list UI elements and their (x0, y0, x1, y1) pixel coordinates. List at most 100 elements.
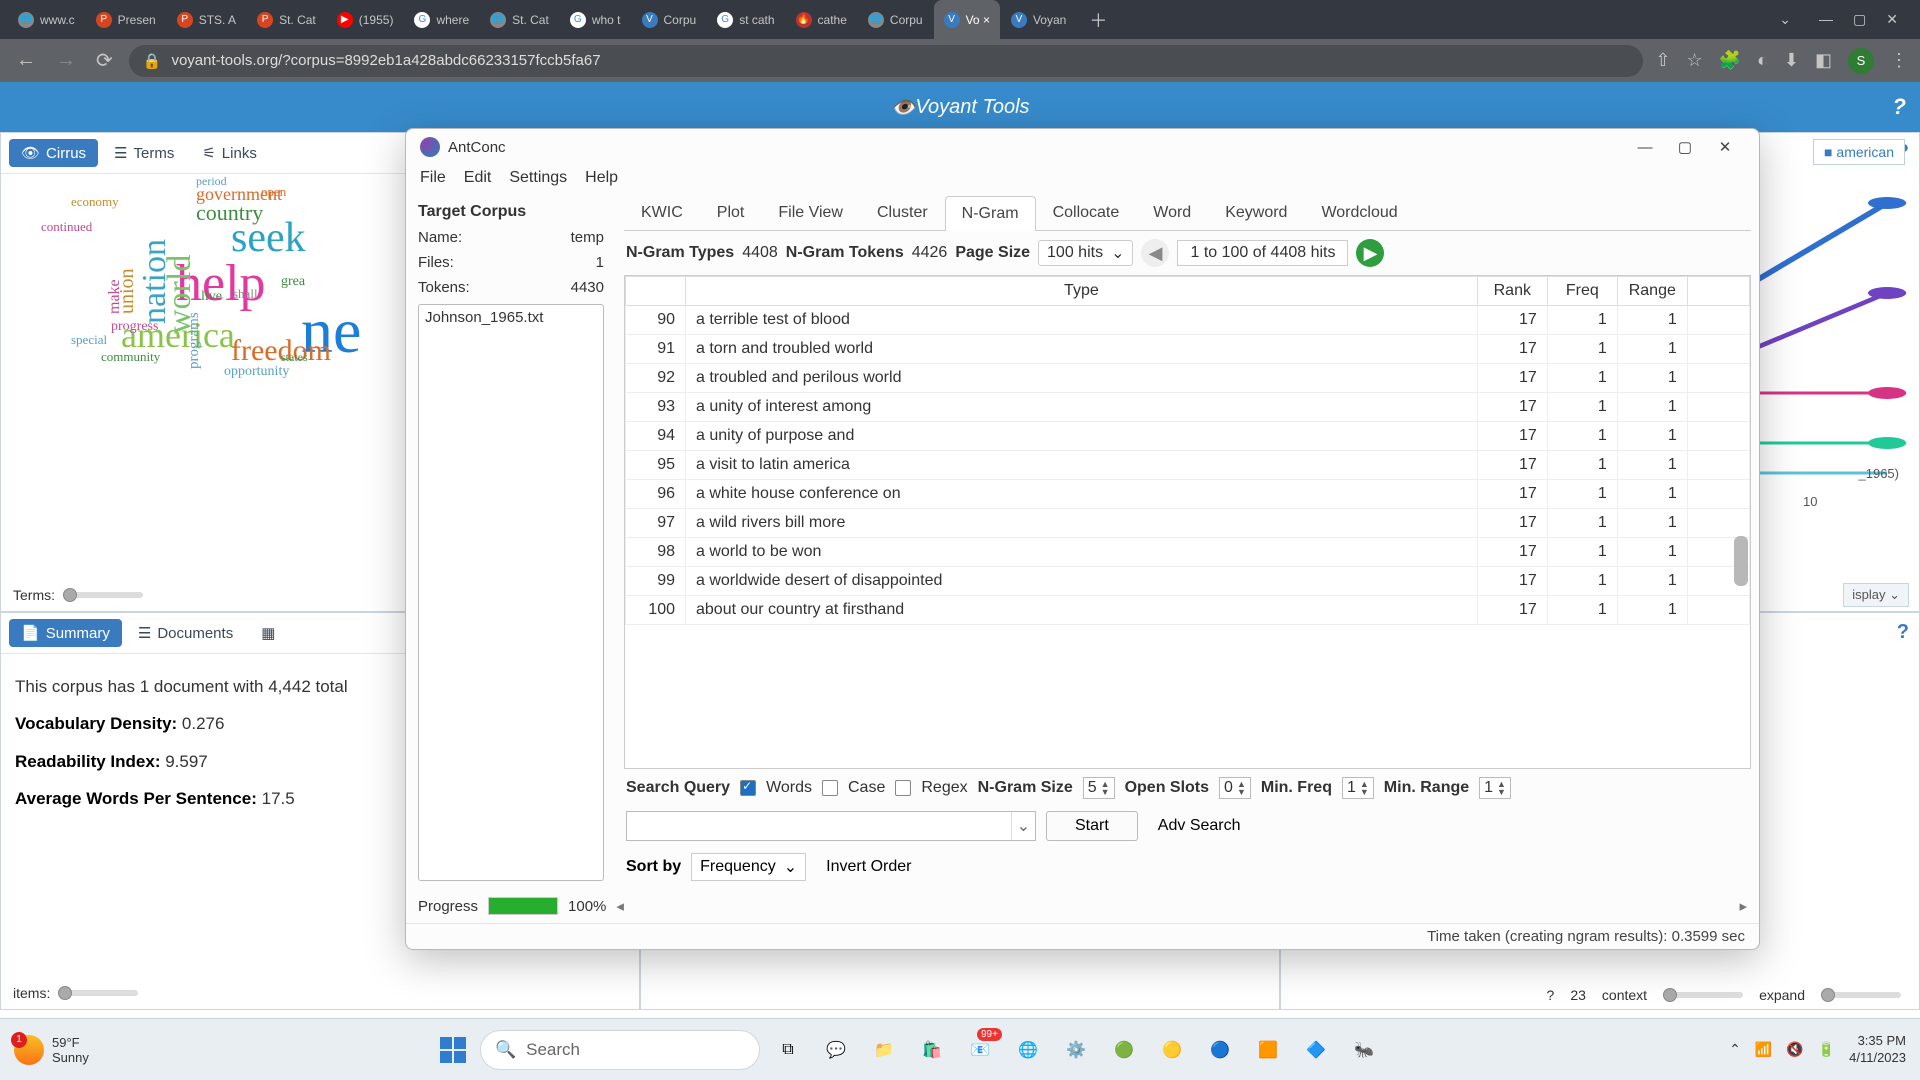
kebab-menu-icon[interactable]: ⋮ (1890, 50, 1908, 71)
table-row[interactable]: 96a white house conference on1711 (626, 480, 1750, 509)
table-row[interactable]: 98a world to be won1711 (626, 538, 1750, 567)
table-row[interactable]: 95a visit to latin america1711 (626, 451, 1750, 480)
table-row[interactable]: 99a worldwide desert of disappointed1711 (626, 567, 1750, 596)
words-checkbox[interactable] (740, 780, 756, 796)
weather-widget[interactable]: 1 59°FSunny (14, 1035, 89, 1065)
explorer-icon[interactable]: 📁 (864, 1030, 904, 1070)
tab-documents[interactable]: ☰Documents (126, 619, 245, 647)
tab[interactable]: Gwho t (560, 0, 631, 39)
forward-button[interactable]: → (52, 45, 80, 76)
minimize-button[interactable]: — (1819, 11, 1833, 28)
scroll-right-button[interactable]: ▸ (1739, 897, 1747, 915)
items-slider[interactable]: items: (13, 985, 138, 1001)
context-slider[interactable] (1663, 992, 1743, 998)
tab-cluster[interactable]: Cluster (860, 195, 945, 230)
terms-slider[interactable]: Terms: (13, 587, 143, 603)
app-icon[interactable]: 🔷 (1296, 1030, 1336, 1070)
menu-settings[interactable]: Settings (509, 169, 567, 187)
chrome-canary-icon[interactable]: 🟡 (1152, 1030, 1192, 1070)
tab[interactable]: PSt. Cat (247, 0, 326, 39)
ngram-table[interactable]: Type Rank Freq Range 90a terrible test o… (624, 275, 1751, 769)
tab-overflow[interactable]: ⌄ (1765, 11, 1805, 28)
tab-active[interactable]: VVo × (934, 0, 1000, 39)
task-view-icon[interactable]: ⧉ (768, 1030, 808, 1070)
prev-page-button[interactable]: ◀ (1141, 239, 1169, 267)
pagesize-select[interactable]: 100 hits⌄ (1038, 240, 1133, 266)
start-button[interactable]: Start (1046, 811, 1138, 841)
ngram-size-spinner[interactable]: 5▲▼ (1083, 777, 1115, 799)
zotero-icon[interactable]: ◐ (1757, 50, 1768, 71)
maximize-button[interactable]: ▢ (1665, 138, 1705, 156)
app-icon[interactable]: 🟧 (1248, 1030, 1288, 1070)
tab-links[interactable]: ⚟Links (190, 139, 268, 167)
tab-keyword[interactable]: Keyword (1208, 195, 1304, 230)
minimize-button[interactable]: — (1625, 139, 1665, 156)
display-select[interactable]: isplay ⌄ (1843, 583, 1909, 607)
battery-icon[interactable]: 🔋 (1818, 1041, 1835, 1058)
scrollbar-thumb[interactable] (1734, 536, 1748, 586)
tab-word[interactable]: Word (1136, 195, 1208, 230)
tab-summary[interactable]: 📄Summary (9, 619, 122, 647)
table-row[interactable]: 94a unity of purpose and1711 (626, 422, 1750, 451)
help-icon[interactable]: ? (1893, 94, 1906, 120)
tab[interactable]: Gst cath (707, 0, 784, 39)
file-item[interactable]: Johnson_1965.txt (425, 309, 597, 326)
chrome-icon[interactable]: 🔵 (1200, 1030, 1240, 1070)
chevron-down-icon[interactable]: ⌄ (1011, 812, 1035, 840)
store-icon[interactable]: 🛍️ (912, 1030, 952, 1070)
col-range[interactable]: Range (1617, 277, 1687, 306)
next-page-button[interactable]: ▶ (1356, 239, 1384, 267)
reload-button[interactable]: ⟳ (92, 44, 117, 77)
expand-slider[interactable] (1821, 992, 1901, 998)
back-button[interactable]: ← (12, 45, 40, 76)
close-button[interactable]: ✕ (1705, 138, 1745, 156)
menu-file[interactable]: File (420, 169, 446, 187)
open-slots-spinner[interactable]: 0▲▼ (1219, 777, 1251, 799)
tab[interactable]: PSTS. A (167, 0, 246, 39)
tab-fileview[interactable]: File View (761, 195, 860, 230)
scroll-left-button[interactable]: ◂ (616, 897, 624, 915)
table-row[interactable]: 100about our country at firsthand1711 (626, 596, 1750, 625)
col-freq[interactable]: Freq (1547, 277, 1617, 306)
menu-help[interactable]: Help (585, 169, 618, 187)
help-icon[interactable]: ? (1897, 621, 1909, 644)
extensions-icon[interactable]: 🧩 (1719, 50, 1741, 71)
menu-edit[interactable]: Edit (464, 169, 492, 187)
tab-collocate[interactable]: Collocate (1036, 195, 1137, 230)
table-row[interactable]: 93a unity of interest among1711 (626, 393, 1750, 422)
tab-plot[interactable]: Plot (700, 195, 762, 230)
col-rank[interactable]: Rank (1477, 277, 1547, 306)
tab[interactable]: 🌐www.c (8, 0, 85, 39)
sort-select[interactable]: Frequency⌄ (691, 853, 806, 881)
share-icon[interactable]: ⇧ (1655, 50, 1670, 71)
tab[interactable]: 🔥cathe (786, 0, 857, 39)
min-freq-spinner[interactable]: 1▲▼ (1342, 777, 1374, 799)
titlebar[interactable]: AntConc — ▢ ✕ (406, 129, 1759, 165)
antconc-taskbar-icon[interactable]: 🐜 (1344, 1030, 1384, 1070)
help-icon[interactable]: ? (1547, 987, 1555, 1003)
page-range-input[interactable]: 1 to 100 of 4408 hits (1177, 240, 1348, 266)
close-button[interactable]: ✕ (1886, 11, 1898, 28)
chat-icon[interactable]: 💬 (816, 1030, 856, 1070)
tab[interactable]: PPresen (86, 0, 166, 39)
table-row[interactable]: 90a terrible test of blood1711 (626, 306, 1750, 335)
tab[interactable]: 🌐St. Cat (480, 0, 559, 39)
tab[interactable]: VCorpu (632, 0, 707, 39)
profile-avatar[interactable]: S (1848, 48, 1874, 74)
col-type[interactable]: Type (686, 277, 1478, 306)
maximize-button[interactable]: ▢ (1853, 11, 1866, 28)
tab[interactable]: 🌐Corpu (858, 0, 933, 39)
tab-terms[interactable]: ☰Terms (102, 139, 186, 167)
edge-icon[interactable]: 🌐 (1008, 1030, 1048, 1070)
spotify-icon[interactable]: 🟢 (1104, 1030, 1144, 1070)
start-button[interactable] (434, 1031, 472, 1069)
table-row[interactable]: 91a torn and troubled world1711 (626, 335, 1750, 364)
tab[interactable]: ▶(1955) (327, 0, 404, 39)
tray-overflow-icon[interactable]: ⌃ (1729, 1041, 1741, 1058)
tab-kwic[interactable]: KWIC (624, 195, 700, 230)
tab-more[interactable]: ▦ (249, 619, 287, 647)
regex-checkbox[interactable] (895, 780, 911, 796)
steam-icon[interactable]: ⚙️ (1056, 1030, 1096, 1070)
downloads-icon[interactable]: ⬇ (1784, 50, 1799, 71)
search-input[interactable]: ⌄ (626, 811, 1036, 841)
